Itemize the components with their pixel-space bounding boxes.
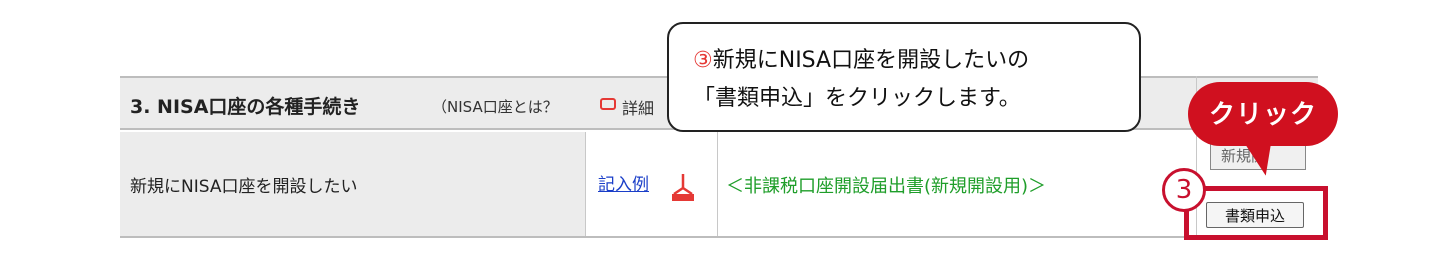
form-link[interactable]: ＜非課税口座開設届出書(新規開設用)＞	[726, 172, 1046, 198]
procedure-cell: 新規にNISA口座を開設したい	[120, 132, 586, 236]
table-row: 新規にNISA口座を開設したい 記入例 ＜非課税口座開設届出書(新規開設用)＞	[120, 132, 1318, 238]
procedure-label: 新規にNISA口座を開設したい	[130, 177, 358, 197]
callout-step-number: ③	[693, 48, 713, 73]
callout-line-2: 「書類申込」をクリックします。	[693, 86, 1021, 111]
callout-line-1: ③新規にNISA口座を開設したいの	[693, 42, 1029, 74]
detail-link[interactable]: 詳細	[622, 95, 654, 119]
pdf-icon[interactable]	[668, 172, 698, 202]
instruction-callout: ③新規にNISA口座を開設したいの 「書類申込」をクリックします。	[667, 22, 1141, 132]
click-label: クリック	[1208, 100, 1317, 130]
click-bubble: クリック	[1188, 82, 1338, 146]
section-subtitle: （NISA口座とは？	[432, 98, 558, 116]
step-number: 3	[1175, 175, 1193, 205]
step-marker: 3	[1162, 168, 1206, 212]
example-cell: 記入例	[586, 132, 718, 236]
detail-icon[interactable]	[600, 98, 616, 110]
callout-text-1: 新規にNISA口座を開設したいの	[712, 48, 1030, 73]
section-title: 3. NISA口座の各種手続き	[130, 96, 361, 118]
example-link[interactable]: 記入例	[598, 170, 649, 195]
